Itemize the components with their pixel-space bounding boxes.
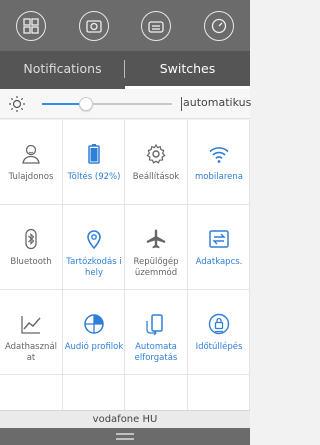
toggle-wifi[interactable]: mobilarena (188, 120, 250, 205)
audio-profile-icon (84, 314, 104, 334)
brightness-icon (9, 96, 25, 112)
toggle-audio-profile[interactable]: Audió profilok (63, 290, 125, 375)
tab-switches[interactable]: Switches (125, 51, 250, 89)
toggle-bluetooth[interactable]: Bluetooth (0, 205, 63, 290)
tab-divider (124, 60, 125, 78)
toggle-partial[interactable] (63, 375, 125, 410)
camera-icon (86, 19, 102, 33)
battery-icon (88, 144, 100, 164)
carrier-label: vodafone HU (0, 410, 250, 428)
toggle-label: Tartózkodás i hely (66, 257, 122, 278)
location-icon (87, 230, 101, 250)
toggle-battery[interactable]: Töltés (92%) (63, 120, 125, 205)
toggle-partial[interactable] (0, 375, 63, 410)
tab-notifications[interactable]: Notifications (0, 51, 125, 89)
timeout-icon (208, 313, 230, 335)
toggle-label: Adatkapcs. (195, 257, 243, 267)
toggle-location[interactable]: Tartózkodás i hely (63, 205, 125, 290)
rotation-icon (146, 314, 163, 336)
toggle-rotation[interactable]: Automata elforgatás (125, 290, 188, 375)
airplane-icon (146, 229, 166, 249)
toggle-label: Repülőgép üzemmód (133, 257, 179, 278)
handle-lines-icon (116, 433, 134, 440)
bluetooth-icon (25, 228, 37, 250)
toggle-label: Időtúllépés (195, 342, 243, 352)
radio-icon (148, 20, 164, 33)
toggle-label: Adathasznál at (4, 342, 58, 363)
toggle-label: Töltés (92%) (67, 172, 121, 182)
switches-grid: Tulajdonos Töltés (92%) Beállítások mobilar… (0, 120, 250, 410)
toggle-partial[interactable] (125, 375, 188, 410)
toggle-label: mobilarena (195, 172, 243, 182)
toggle-label: Bluetooth (10, 257, 52, 267)
toggle-partial[interactable] (188, 375, 250, 410)
camera-button[interactable] (78, 10, 109, 41)
text-cursor (181, 97, 182, 111)
person-icon (22, 144, 40, 164)
auto-brightness-label[interactable]: automatikus (183, 96, 251, 109)
gear-icon (146, 143, 166, 164)
data-usage-icon (21, 316, 41, 334)
wifi-icon (209, 147, 229, 163)
data-transfer-icon (209, 230, 229, 248)
clock-button[interactable] (203, 10, 234, 41)
toggle-gear[interactable]: Beállítások (125, 120, 188, 205)
radio-button[interactable] (141, 10, 172, 41)
toggle-label: Automata elforgatás (134, 342, 178, 363)
apps-grid-icon (23, 17, 39, 34)
toggle-label: Tulajdonos (8, 172, 54, 182)
apps-button[interactable] (16, 10, 47, 41)
toggle-data-usage[interactable]: Adathasznál at (0, 290, 63, 375)
brightness-slider-thumb[interactable] (79, 97, 94, 111)
toggle-person[interactable]: Tulajdonos (0, 120, 63, 205)
toggle-label: Audió profilok (64, 342, 124, 352)
toggle-label: Beállítások (132, 172, 180, 182)
toggle-data-transfer[interactable]: Adatkapcs. (188, 205, 250, 290)
toggle-timeout[interactable]: Időtúllépés (188, 290, 250, 375)
toggle-airplane[interactable]: Repülőgép üzemmód (125, 205, 188, 290)
panel-tabs: Notifications Switches (0, 51, 250, 89)
quick-launch-bar (0, 0, 250, 51)
clock-icon (211, 18, 226, 33)
brightness-row: automatikus (0, 89, 251, 119)
drag-handle[interactable] (0, 428, 250, 445)
